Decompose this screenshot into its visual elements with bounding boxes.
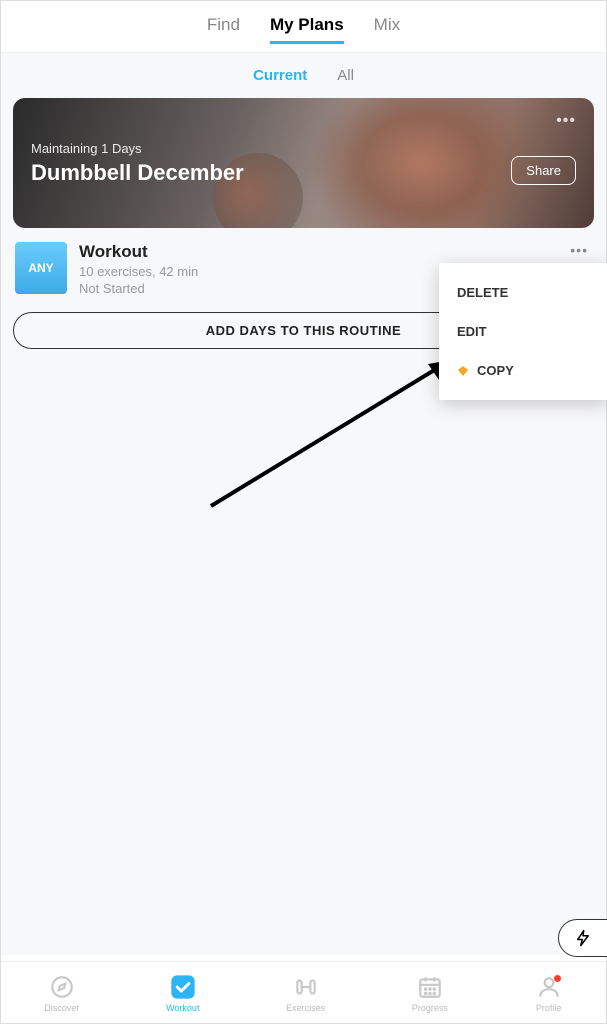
top-tabs: Find My Plans Mix (1, 1, 606, 53)
menu-copy-label: COPY (477, 363, 514, 378)
menu-edit-label: EDIT (457, 324, 487, 339)
nav-profile[interactable]: Profile (535, 973, 563, 1013)
bottom-nav: Discover Workout Exercises Progress Prof… (1, 961, 606, 1023)
nav-progress-label: Progress (412, 1003, 448, 1013)
nav-workout[interactable]: Workout (166, 973, 199, 1013)
subtab-all[interactable]: All (337, 67, 354, 84)
lightning-icon (574, 929, 592, 947)
workout-more-icon[interactable]: ••• (570, 242, 588, 258)
menu-delete[interactable]: DELETE (439, 273, 607, 312)
context-menu: DELETE EDIT COPY (439, 263, 607, 400)
nav-exercises[interactable]: Exercises (286, 973, 325, 1013)
nav-workout-label: Workout (166, 1003, 199, 1013)
workout-title: Workout (79, 242, 592, 262)
sub-tabs: Current All (1, 53, 606, 98)
nav-exercises-label: Exercises (286, 1003, 325, 1013)
diamond-icon (457, 365, 469, 377)
menu-copy[interactable]: COPY (439, 351, 607, 390)
share-button[interactable]: Share (511, 156, 576, 185)
plan-hero-card[interactable]: ••• Maintaining 1 Days Dumbbell December… (13, 98, 594, 228)
notification-dot (554, 975, 561, 982)
calendar-icon (416, 973, 444, 1001)
content-area: Current All ••• Maintaining 1 Days Dumbb… (1, 53, 606, 955)
compass-icon (48, 973, 76, 1001)
menu-edit[interactable]: EDIT (439, 312, 607, 351)
hero-more-icon[interactable]: ••• (556, 112, 576, 130)
menu-delete-label: DELETE (457, 285, 508, 300)
nav-discover-label: Discover (44, 1003, 79, 1013)
nav-profile-label: Profile (536, 1003, 562, 1013)
nav-discover[interactable]: Discover (44, 973, 79, 1013)
plan-maintain-text: Maintaining 1 Days (31, 141, 576, 156)
tab-my-plans[interactable]: My Plans (270, 15, 344, 44)
tab-mix[interactable]: Mix (374, 15, 400, 44)
profile-icon (535, 973, 563, 1001)
check-icon (169, 973, 197, 1001)
dumbbell-icon (292, 973, 320, 1001)
workout-day-badge: ANY (15, 242, 67, 294)
tab-find[interactable]: Find (207, 15, 240, 44)
plan-title: Dumbbell December (31, 160, 576, 186)
quick-action-fab[interactable] (558, 919, 607, 957)
subtab-current[interactable]: Current (253, 67, 307, 84)
nav-progress[interactable]: Progress (412, 973, 448, 1013)
